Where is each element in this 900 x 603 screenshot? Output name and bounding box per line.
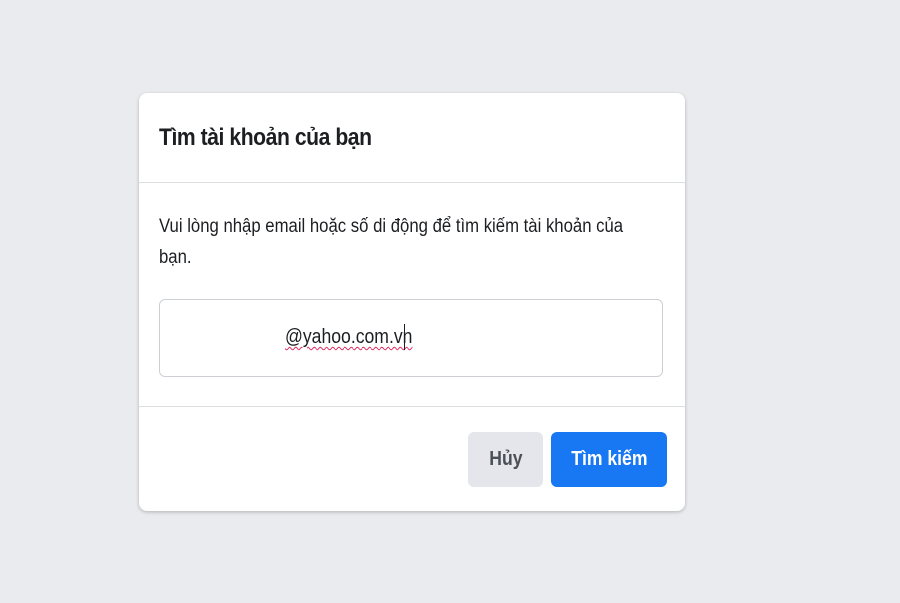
cancel-button[interactable]: Hủy [468,432,543,487]
input-value: @yahoo.com.vn [285,326,413,348]
text-caret [404,324,405,350]
search-button-label: Tìm kiếm [570,448,648,470]
find-account-dialog: Tìm tài khoản của bạn Vui lòng nhập emai… [139,93,685,511]
search-button[interactable]: Tìm kiếm [551,432,667,487]
cancel-button-label: Hủy [488,448,523,470]
dialog-header: Tìm tài khoản của bạn [139,93,685,183]
instructions-text: Vui lòng nhập email hoặc số di động để t… [159,216,624,268]
dialog-title: Tìm tài khoản của bạn [159,123,372,151]
email-or-phone-input[interactable]: @yahoo.com.vn [159,299,663,377]
